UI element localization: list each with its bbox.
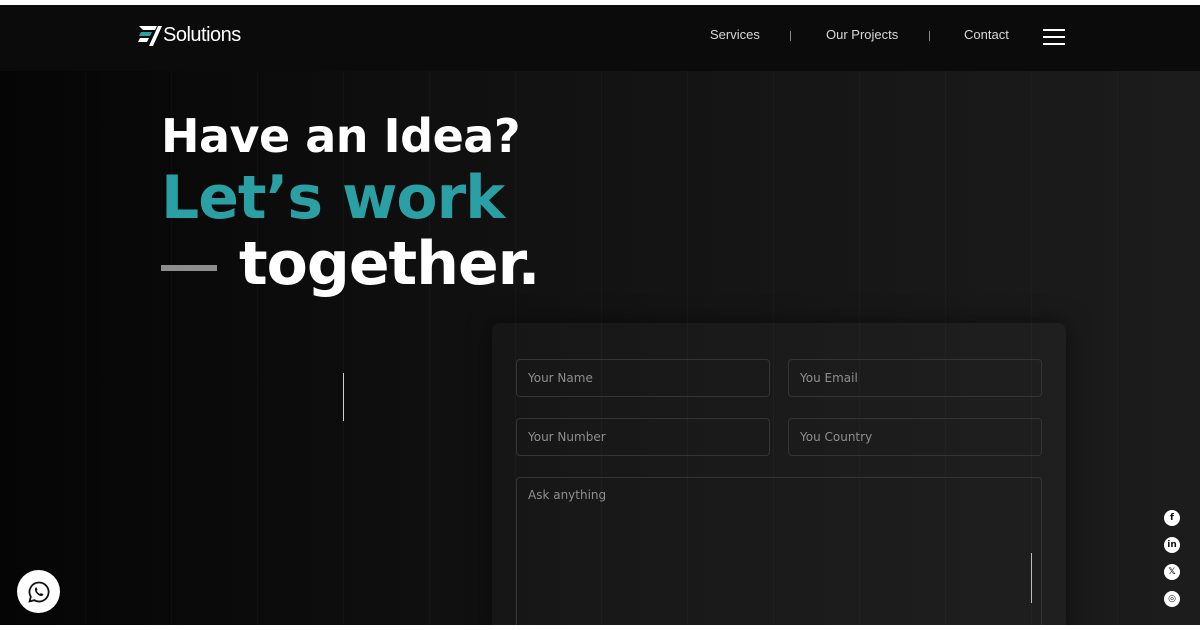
- hero-line-together: together.: [161, 229, 540, 299]
- hero-accent-line: Let’s work: [161, 163, 505, 233]
- nav-contact[interactable]: Contact: [964, 27, 1009, 42]
- page-frame: Solutions Services Our Projects Contact …: [0, 5, 1200, 625]
- nav-our-projects[interactable]: Our Projects: [826, 27, 898, 42]
- hero-headline: Have an Idea?: [161, 109, 521, 163]
- x-icon[interactable]: 𝕏: [1164, 564, 1180, 580]
- email-input[interactable]: [788, 359, 1042, 397]
- menu-icon-bar: [1043, 29, 1065, 31]
- decorative-line: [343, 373, 344, 421]
- country-input[interactable]: [788, 418, 1042, 456]
- logo-text: Solutions: [163, 23, 241, 46]
- name-input[interactable]: [516, 359, 770, 397]
- instagram-icon[interactable]: ◎: [1164, 591, 1180, 607]
- menu-icon-bar: [1043, 36, 1065, 38]
- whatsapp-icon: [27, 581, 49, 603]
- logo-mark-icon: [138, 26, 162, 46]
- nav-separator: [929, 31, 930, 41]
- nav-separator: [790, 31, 791, 41]
- site-header: Solutions Services Our Projects Contact: [0, 5, 1200, 71]
- whatsapp-button[interactable]: [17, 570, 60, 613]
- textarea-scroll-indicator: [1031, 553, 1032, 603]
- menu-icon-bar: [1043, 43, 1065, 45]
- facebook-icon[interactable]: f: [1164, 510, 1180, 526]
- hero-together-text: together.: [239, 229, 540, 299]
- logo[interactable]: Solutions: [137, 23, 241, 47]
- hero-dash: [161, 265, 217, 271]
- message-textarea[interactable]: [516, 477, 1042, 625]
- number-input[interactable]: [516, 418, 770, 456]
- nav-services[interactable]: Services: [710, 27, 760, 42]
- menu-icon[interactable]: [1043, 27, 1065, 45]
- linkedin-icon[interactable]: in: [1164, 537, 1180, 553]
